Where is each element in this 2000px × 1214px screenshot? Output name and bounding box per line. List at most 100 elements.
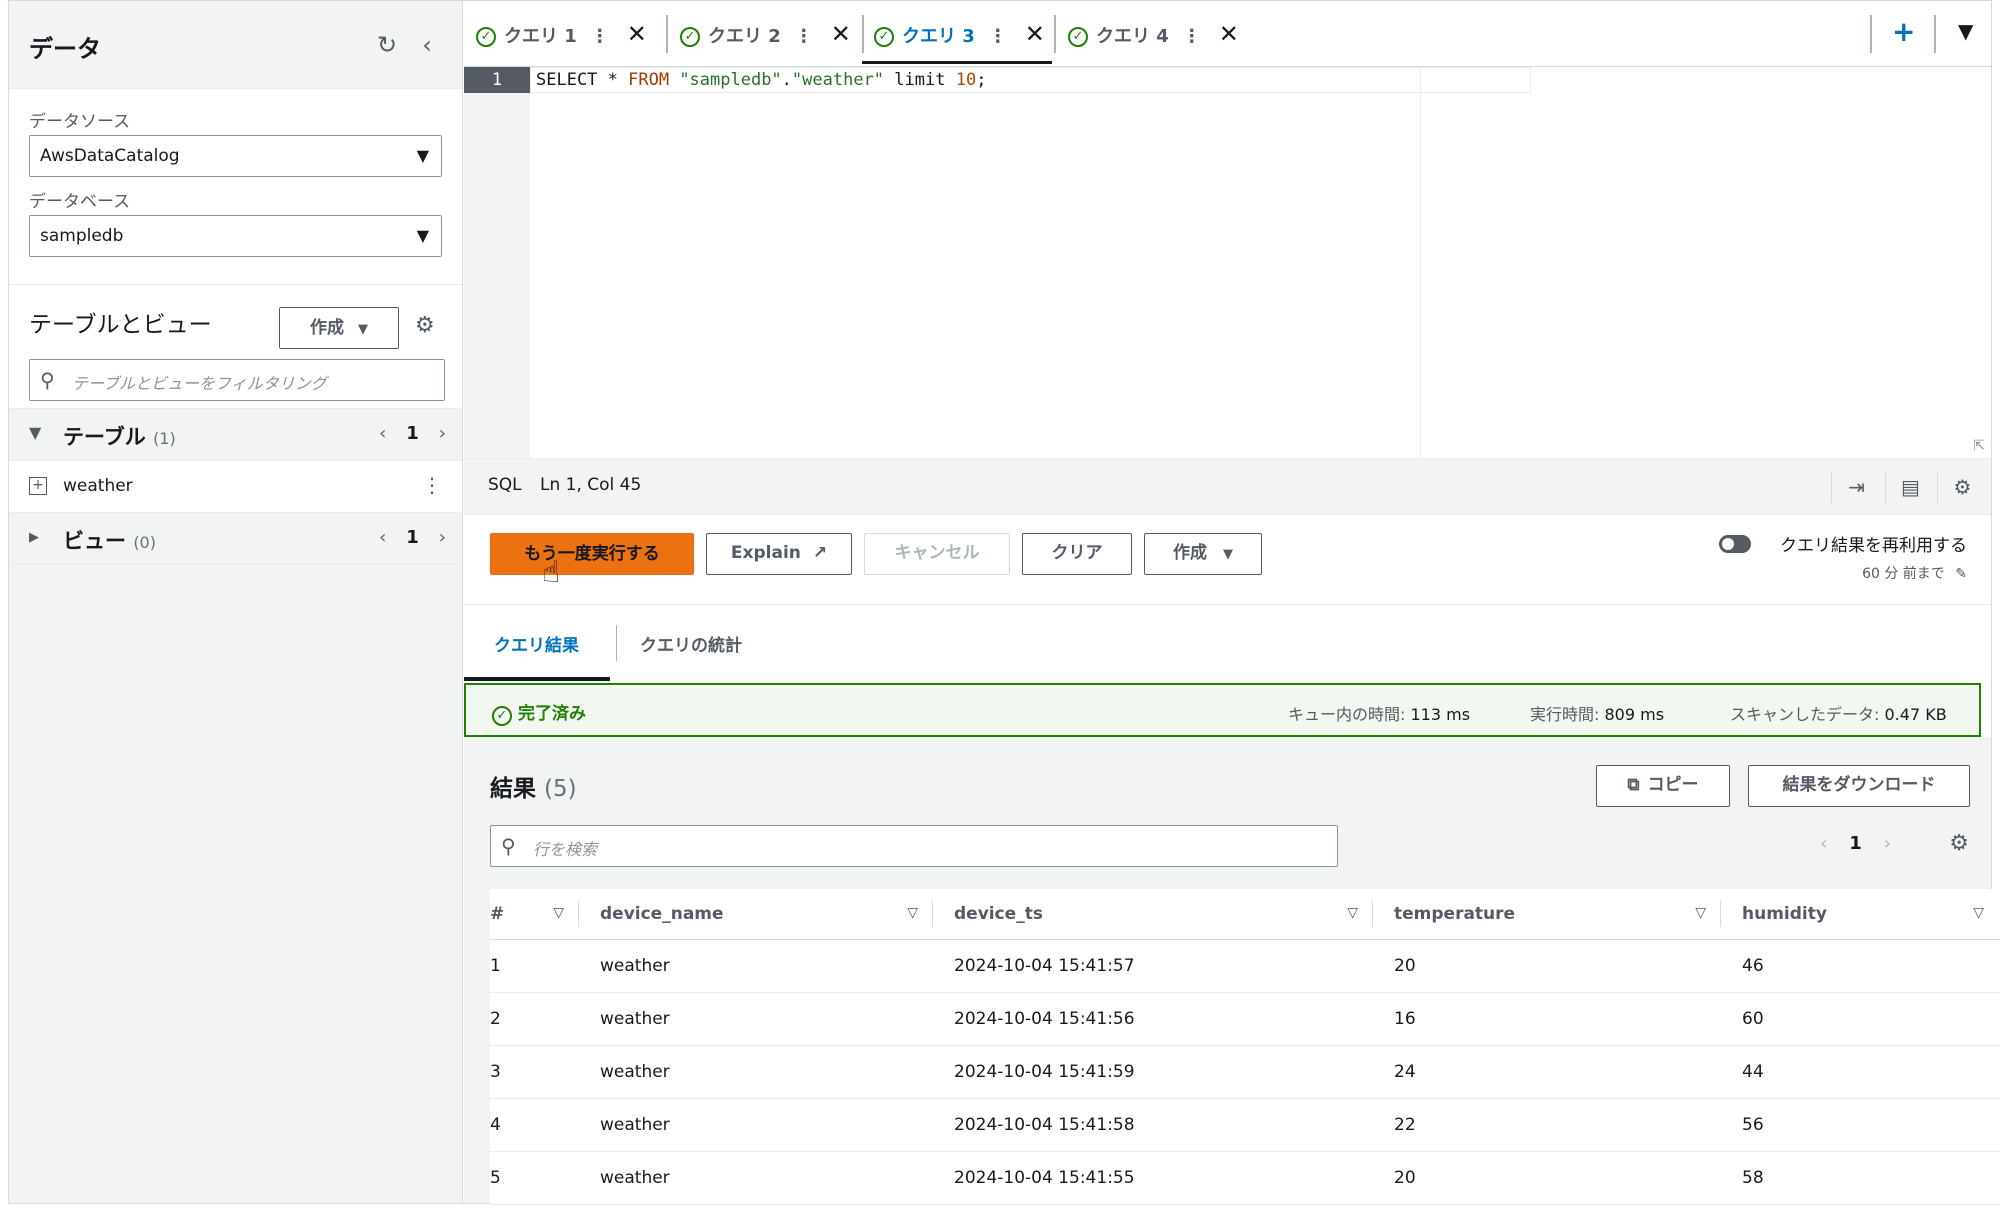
- chevron-right-icon[interactable]: ›: [1884, 833, 1891, 854]
- gear-icon[interactable]: ⚙: [1937, 471, 1987, 503]
- table-row[interactable]: 4 weather 2024-10-04 15:41:58 22 56: [490, 1098, 2000, 1152]
- shortcuts-icon[interactable]: ▤: [1885, 471, 1935, 503]
- results-pager: ‹ 1 ›: [1820, 833, 1891, 854]
- column-header-label: #: [490, 903, 505, 924]
- create-label: 作成: [1173, 543, 1208, 563]
- column-header[interactable]: device_ts ▽: [932, 889, 1374, 940]
- table-cell: 3: [490, 1045, 580, 1099]
- results-page-number[interactable]: 1: [1849, 833, 1862, 854]
- row-search-input[interactable]: ⚲ 行を検索: [490, 825, 1338, 867]
- tabs-dropdown-icon[interactable]: ▼: [1958, 19, 1973, 43]
- sort-icon[interactable]: ▽: [553, 905, 564, 921]
- sort-icon[interactable]: ▽: [1347, 905, 1358, 921]
- tab-query-4[interactable]: ✓ クエリ 4 ⋮ ✕: [1068, 15, 1239, 53]
- copy-button[interactable]: ⧉ コピー: [1596, 765, 1730, 807]
- chevron-left-icon[interactable]: ‹: [413, 31, 441, 59]
- close-icon[interactable]: ✕: [1025, 20, 1045, 48]
- table-row[interactable]: 3 weather 2024-10-04 15:41:59 24 44: [490, 1045, 2000, 1099]
- tab-query-2[interactable]: ✓ クエリ 2 ⋮ ✕: [680, 15, 851, 53]
- resize-handle-icon[interactable]: ⇱: [1973, 438, 1985, 454]
- vertical-dots-icon[interactable]: ⋮: [1183, 26, 1201, 47]
- chevron-left-icon[interactable]: ‹: [1820, 833, 1827, 854]
- sql-editor[interactable]: 1 SELECT * FROM "sampledb"."weather" lim…: [464, 67, 1991, 459]
- code-token: 10: [955, 70, 977, 90]
- expand-icon[interactable]: +: [29, 477, 47, 495]
- chevron-left-icon[interactable]: ‹: [379, 527, 386, 548]
- explain-label: Explain: [730, 543, 801, 563]
- caret-right-icon[interactable]: ▶: [29, 530, 39, 545]
- vertical-dots-icon[interactable]: ⋮: [989, 26, 1007, 47]
- main-panel: ✓ クエリ 1 ⋮ ✕ ✓ クエリ 2 ⋮ ✕ ✓ クエリ 3 ⋮ ✕ ✓ クエリ 4 ⋮ ✕ + ▼ …: [464, 1, 2000, 1205]
- code-token: "weather": [791, 70, 885, 90]
- clear-button[interactable]: クリア: [1022, 533, 1132, 575]
- close-icon[interactable]: ✕: [831, 20, 851, 48]
- gear-icon[interactable]: ⚙: [415, 313, 435, 338]
- sort-icon[interactable]: ▽: [1695, 905, 1706, 921]
- caret-down-icon[interactable]: ▼: [29, 423, 41, 442]
- close-icon[interactable]: ✕: [627, 20, 647, 48]
- table-filter-placeholder: テーブルとビューをフィルタリング: [72, 374, 327, 393]
- gear-icon[interactable]: ⚙: [1949, 831, 1969, 856]
- table-row[interactable]: 2 weather 2024-10-04 15:41:56 16 60: [490, 992, 2000, 1046]
- tables-pager: ‹ 1 ›: [379, 423, 446, 444]
- check-circle-icon: ✓: [680, 27, 700, 47]
- chevron-right-icon[interactable]: ›: [439, 423, 446, 444]
- close-icon[interactable]: ✕: [1219, 20, 1239, 48]
- format-query-icon[interactable]: ⇥: [1831, 471, 1881, 503]
- reuse-results-toggle[interactable]: [1719, 535, 1751, 553]
- create-menu-button[interactable]: 作成 ▼: [1144, 533, 1262, 575]
- table-row[interactable]: 1 weather 2024-10-04 15:41:57 20 46: [490, 939, 2000, 993]
- tab-query-results[interactable]: クエリ結果: [494, 631, 579, 656]
- tables-count: (1): [153, 429, 176, 448]
- tab-query-1[interactable]: ✓ クエリ 1 ⋮ ✕: [476, 15, 647, 53]
- tab-label: クエリ 2: [708, 26, 781, 47]
- cancel-button[interactable]: キャンセル: [864, 533, 1010, 575]
- add-tab-icon[interactable]: +: [1892, 15, 1915, 48]
- column-header[interactable]: # ▽: [490, 889, 580, 940]
- chevron-right-icon[interactable]: ›: [439, 527, 446, 548]
- caret-down-icon: ▼: [416, 146, 429, 165]
- reuse-results-duration[interactable]: 60 分 前まで ✎: [1862, 563, 1967, 583]
- search-icon: ⚲: [501, 834, 516, 858]
- sort-icon[interactable]: ▽: [1973, 905, 1984, 921]
- create-button[interactable]: 作成 ▼: [279, 307, 399, 349]
- tab-query-3[interactable]: ✓ クエリ 3 ⋮ ✕: [874, 15, 1045, 53]
- column-header[interactable]: temperature ▽: [1372, 889, 1722, 940]
- column-header-label: device_name: [600, 903, 724, 924]
- views-page-number[interactable]: 1: [406, 527, 419, 548]
- tables-views-header: テーブルとビュー 作成 ▼ ⚙ ⚲ テーブルとビューをフィルタリング: [9, 285, 462, 409]
- table-cell: 44: [1722, 1045, 2000, 1099]
- kebab-menu-icon[interactable]: ⋮: [422, 473, 442, 497]
- table-item-weather[interactable]: + weather ⋮: [9, 461, 462, 513]
- tables-group[interactable]: ▼ テーブル (1) ‹ 1 ›: [9, 409, 462, 461]
- results-table: # ▽ device_name ▽ device_ts ▽ temperature ▽ …: [490, 889, 2000, 1205]
- status-completed: ✓ 完了済み: [492, 699, 586, 726]
- tables-page-number[interactable]: 1: [406, 423, 419, 444]
- column-divider: [1720, 901, 1721, 927]
- run-again-button[interactable]: もう一度実行する: [490, 533, 694, 575]
- tab-label: クエリ 4: [1096, 26, 1169, 47]
- database-select[interactable]: sampledb ▼: [29, 215, 442, 257]
- explain-button[interactable]: Explain ↗: [706, 533, 852, 575]
- refresh-icon[interactable]: ↻: [373, 31, 401, 59]
- sort-icon[interactable]: ▽: [907, 905, 918, 921]
- datasource-select[interactable]: AwsDataCatalog ▼: [29, 135, 442, 177]
- edit-pencil-icon[interactable]: ✎: [1955, 566, 1967, 582]
- code-token: ;: [976, 70, 987, 90]
- table-cell: weather: [580, 992, 934, 1046]
- tab-query-stats[interactable]: クエリの統計: [640, 631, 742, 656]
- column-header[interactable]: humidity ▽: [1720, 889, 2000, 940]
- tables-views-title: テーブルとビュー: [29, 312, 212, 338]
- vertical-dots-icon[interactable]: ⋮: [795, 26, 813, 47]
- vertical-dots-icon[interactable]: ⋮: [591, 26, 609, 47]
- table-filter-input[interactable]: ⚲ テーブルとビューをフィルタリング: [29, 359, 445, 401]
- external-link-icon: ↗: [812, 543, 828, 563]
- column-divider: [932, 901, 933, 927]
- chevron-left-icon[interactable]: ‹: [379, 423, 386, 444]
- code-line[interactable]: SELECT * FROM "sampledb"."weather" limit…: [536, 67, 986, 93]
- views-group[interactable]: ▶ ビュー (0) ‹ 1 ›: [9, 513, 462, 565]
- table-row[interactable]: 5 weather 2024-10-04 15:41:55 20 58: [490, 1151, 2000, 1205]
- table-name[interactable]: weather: [63, 476, 133, 496]
- download-results-button[interactable]: 結果をダウンロード: [1748, 765, 1970, 807]
- column-header[interactable]: device_name ▽: [578, 889, 934, 940]
